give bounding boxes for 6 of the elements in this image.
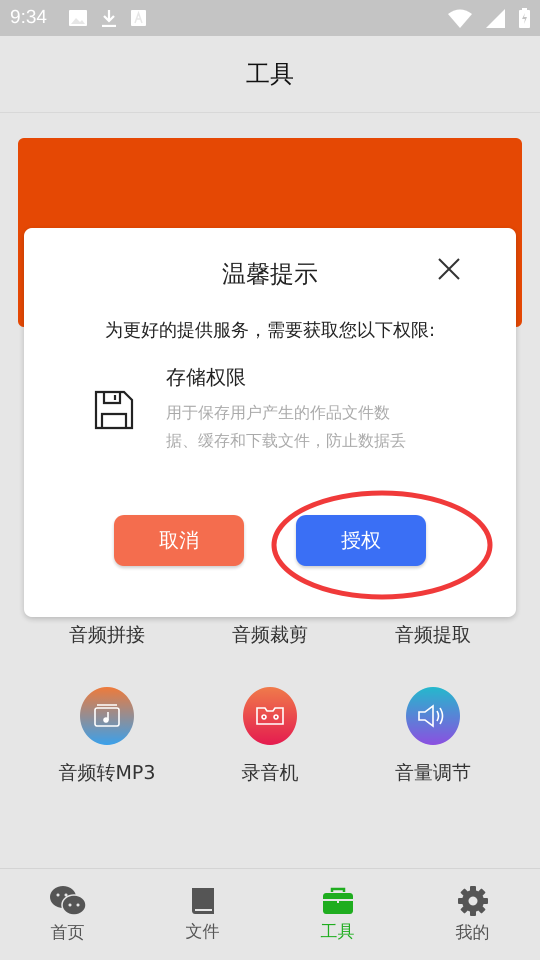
permission-title: 存储权限 xyxy=(166,364,247,391)
dialog-intro: 为更好的提供服务，需要获取您以下权限: xyxy=(104,319,436,342)
status-time: 9:34 xyxy=(10,7,47,29)
page-title: 工具 xyxy=(246,59,294,90)
permission-description: 用于保存用户产生的作品文件数据、缓存和下载文件，防止数据丢 xyxy=(166,402,407,452)
dialog-title: 温馨提示 xyxy=(222,259,318,290)
